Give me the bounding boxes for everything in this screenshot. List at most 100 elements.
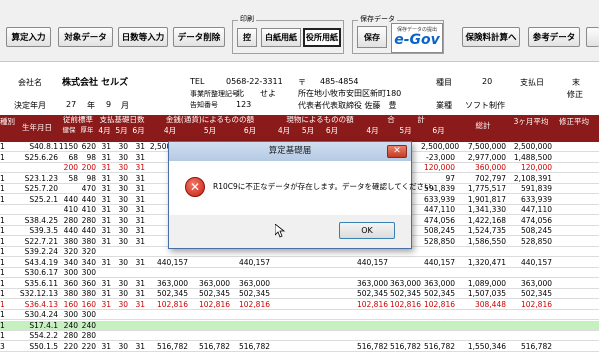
table-cell[interactable]: 360,000: [456, 163, 506, 173]
table-cell[interactable]: 31: [96, 142, 111, 152]
table-cell[interactable]: 470: [78, 184, 96, 194]
table-cell[interactable]: 30: [113, 184, 128, 194]
save-button[interactable]: 保存: [357, 26, 387, 48]
table-cell[interactable]: 474,056: [421, 216, 455, 226]
table-cell[interactable]: 633,939: [421, 195, 455, 205]
table-cell[interactable]: 320: [78, 247, 96, 257]
table-cell[interactable]: [296, 321, 320, 331]
table-cell[interactable]: [296, 342, 320, 352]
table-cell[interactable]: 440,157: [421, 258, 455, 268]
table-cell[interactable]: [354, 310, 388, 320]
table-cell[interactable]: [296, 331, 320, 341]
table-row[interactable]: 1 S36.4.13 160 160 31 30 31 102,816 102,816 102,8…: [0, 300, 599, 310]
table-cell[interactable]: 1,524,735: [456, 226, 506, 236]
table-cell[interactable]: 30: [113, 195, 128, 205]
table-cell[interactable]: 440: [78, 226, 96, 236]
table-cell[interactable]: 7,500,000: [456, 142, 506, 152]
table-cell[interactable]: 702,797: [456, 174, 506, 184]
table-cell[interactable]: [320, 300, 344, 310]
table-cell[interactable]: [148, 310, 188, 320]
table-cell[interactable]: [130, 321, 145, 331]
table-row[interactable]: 1 S43.4.19 340 340 31 30 31 440,157 440,157 440,1…: [0, 258, 599, 268]
table-cell[interactable]: 380: [78, 289, 96, 299]
table-cell[interactable]: 300: [78, 268, 96, 278]
table-cell[interactable]: 363,000: [388, 279, 421, 289]
table-cell[interactable]: [388, 268, 421, 278]
table-cell[interactable]: [508, 247, 552, 257]
table-cell[interactable]: [148, 331, 188, 341]
table-cell[interactable]: 68: [58, 153, 78, 163]
table-cell[interactable]: 31: [96, 289, 111, 299]
table-cell[interactable]: 2,500,000: [508, 142, 552, 152]
table-cell[interactable]: 2,500,000: [421, 142, 459, 152]
table-cell[interactable]: 120,000: [421, 163, 455, 173]
table-cell[interactable]: [96, 268, 111, 278]
table-cell[interactable]: [320, 310, 344, 320]
table-cell[interactable]: [456, 321, 506, 331]
table-cell[interactable]: 528,850: [421, 237, 455, 247]
table-cell[interactable]: [320, 268, 344, 278]
table-cell[interactable]: [272, 279, 296, 289]
table-cell[interactable]: [320, 342, 344, 352]
table-cell[interactable]: [456, 331, 506, 341]
table-cell[interactable]: 1: [0, 331, 10, 341]
table-cell[interactable]: 440,157: [148, 258, 188, 268]
table-cell[interactable]: 98: [78, 153, 96, 163]
more-button[interactable]: [586, 27, 599, 47]
table-cell[interactable]: [421, 247, 455, 257]
table-cell[interactable]: [130, 268, 145, 278]
table-cell[interactable]: 340: [58, 258, 78, 268]
table-cell[interactable]: 30: [113, 279, 128, 289]
table-cell[interactable]: 502,345: [421, 289, 455, 299]
table-cell[interactable]: 3: [0, 342, 10, 352]
table-cell[interactable]: [508, 331, 552, 341]
table-cell[interactable]: S39.2.24: [12, 247, 58, 257]
calc-input-button[interactable]: 算定入力: [6, 27, 51, 47]
table-cell[interactable]: 363,000: [354, 279, 388, 289]
table-cell[interactable]: [190, 258, 230, 268]
table-cell[interactable]: 1: [0, 153, 10, 163]
table-cell[interactable]: 31: [96, 226, 111, 236]
table-cell[interactable]: 508,245: [421, 226, 455, 236]
dialog-close-button[interactable]: ✕: [387, 145, 407, 158]
table-cell[interactable]: 31: [130, 300, 145, 310]
table-cell[interactable]: [96, 310, 111, 320]
table-row[interactable]: 1 S30.4.24 300 300: [0, 310, 599, 320]
table-cell[interactable]: 1,507,035: [456, 289, 506, 299]
table-cell[interactable]: [96, 247, 111, 257]
table-cell[interactable]: 31: [130, 279, 145, 289]
table-cell[interactable]: 363,000: [190, 279, 230, 289]
table-cell[interactable]: 102,816: [230, 300, 270, 310]
table-cell[interactable]: 102,816: [421, 300, 455, 310]
table-cell[interactable]: 31: [130, 174, 145, 184]
table-cell[interactable]: -23,000: [421, 153, 455, 163]
table-cell[interactable]: [296, 289, 320, 299]
table-cell[interactable]: 516,782: [508, 342, 552, 352]
table-cell[interactable]: 200: [78, 163, 96, 173]
table-cell[interactable]: 240: [58, 321, 78, 331]
table-cell[interactable]: 31: [96, 195, 111, 205]
table-cell[interactable]: 1: [0, 321, 10, 331]
table-cell[interactable]: [12, 163, 58, 173]
table-cell[interactable]: 440: [78, 195, 96, 205]
table-cell[interactable]: 30: [113, 153, 128, 163]
table-cell[interactable]: 58: [58, 174, 78, 184]
table-cell[interactable]: 31: [96, 163, 111, 173]
table-cell[interactable]: 410: [78, 205, 96, 215]
table-cell[interactable]: [272, 300, 296, 310]
table-cell[interactable]: [320, 331, 344, 341]
table-cell[interactable]: 1: [0, 142, 10, 152]
table-cell[interactable]: 1,089,000: [456, 279, 506, 289]
table-cell[interactable]: [190, 321, 230, 331]
egov-submit-button[interactable]: 保存データの提出 e-Gov: [391, 23, 443, 53]
table-cell[interactable]: 516,782: [354, 342, 388, 352]
table-cell[interactable]: [113, 321, 128, 331]
table-cell[interactable]: [421, 310, 455, 320]
table-cell[interactable]: 31: [96, 153, 111, 163]
table-cell[interactable]: 380: [78, 237, 96, 247]
table-cell[interactable]: 516,782: [148, 342, 188, 352]
table-cell[interactable]: 440,157: [508, 258, 552, 268]
table-cell[interactable]: [296, 258, 320, 268]
table-cell[interactable]: 31: [130, 142, 145, 152]
table-cell[interactable]: [296, 310, 320, 320]
